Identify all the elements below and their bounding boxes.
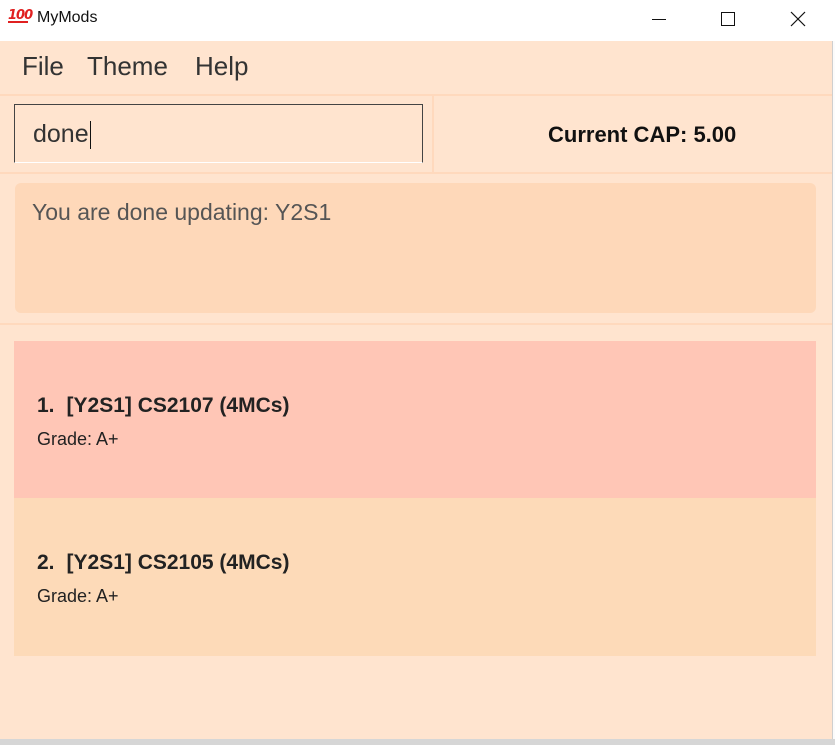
hundred-points-icon: 100	[8, 8, 33, 23]
current-cap-label: Current CAP: 5.00	[548, 122, 737, 147]
maximize-button[interactable]	[705, 0, 751, 38]
result-message: You are done updating: Y2S1	[32, 199, 332, 225]
close-button[interactable]	[775, 0, 821, 38]
menu-theme[interactable]: Theme	[87, 51, 168, 82]
minimize-icon	[652, 18, 666, 20]
window-title: MyMods	[37, 9, 98, 26]
command-input[interactable]: done	[14, 104, 423, 163]
module-card[interactable]: 1. [Y2S1] CS2107 (4MCs) Grade: A+	[14, 341, 816, 499]
module-card[interactable]: 2. [Y2S1] CS2105 (4MCs) Grade: A+	[14, 498, 816, 656]
module-grade: Grade: A+	[37, 429, 119, 449]
command-input-value: done	[33, 120, 89, 148]
module-grade: Grade: A+	[37, 586, 119, 606]
module-index: 1.	[37, 394, 55, 417]
app-window: File Theme Help done Current CAP: 5.00 Y…	[0, 41, 832, 745]
command-cap-divider	[432, 96, 434, 172]
module-title: [Y2S1] CS2105 (4MCs)	[66, 551, 290, 574]
menu-file[interactable]: File	[22, 51, 64, 82]
menu-divider	[0, 94, 832, 96]
close-icon	[790, 11, 806, 27]
maximize-icon	[721, 12, 735, 26]
module-index: 2.	[37, 551, 55, 574]
result-divider	[0, 323, 832, 325]
text-caret	[89, 120, 91, 149]
menu-help[interactable]: Help	[195, 51, 248, 82]
title-bar: 100 MyMods	[0, 0, 835, 40]
bottom-edge	[0, 739, 835, 745]
result-display: You are done updating: Y2S1	[15, 183, 816, 313]
command-divider	[0, 172, 832, 174]
menu-bar: File Theme Help	[0, 41, 832, 94]
minimize-button[interactable]	[636, 0, 682, 38]
module-title: [Y2S1] CS2107 (4MCs)	[66, 394, 290, 417]
